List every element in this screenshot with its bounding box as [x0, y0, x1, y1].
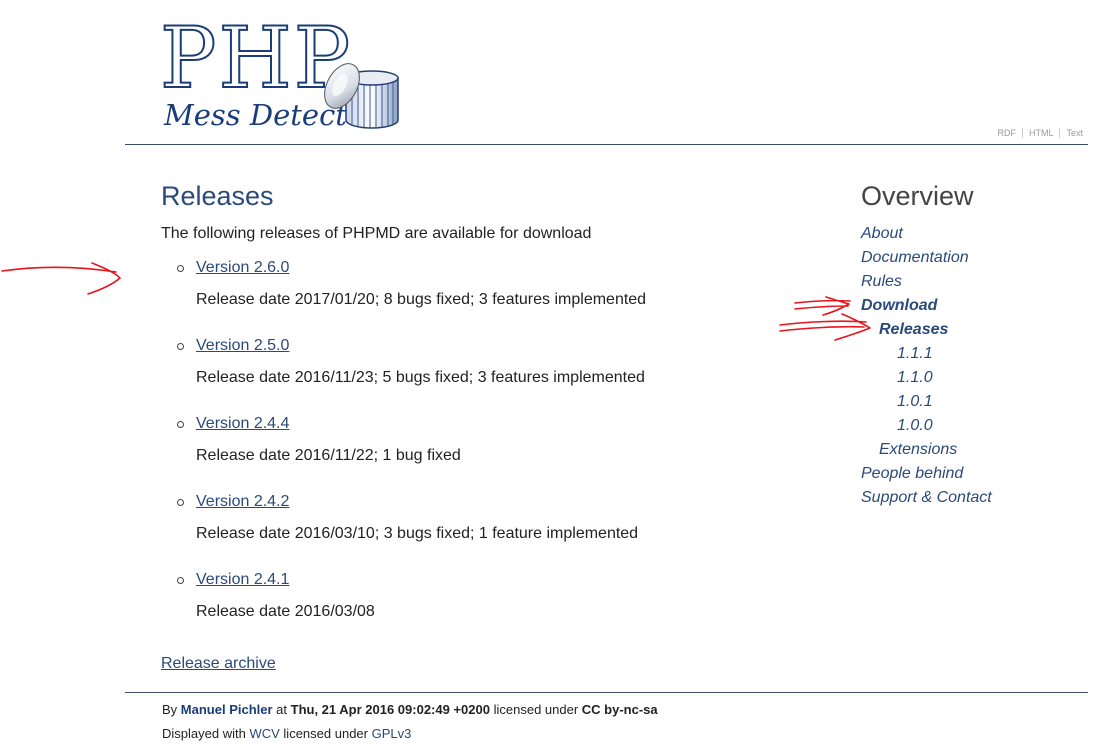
sidebar-nav: About Documentation Rules Download Relea…	[861, 222, 1091, 510]
trash-bin-icon	[324, 63, 399, 129]
sidebar-item-documentation[interactable]: Documentation	[861, 246, 1091, 270]
release-link[interactable]: Version 2.4.4	[196, 414, 801, 434]
annotation-arrow-version-260	[1, 262, 121, 295]
footer-date: Thu, 21 Apr 2016 09:02:49 +0200	[290, 702, 490, 717]
release-description: Release date 2016/03/08	[196, 603, 375, 620]
sidebar-item-release-1-1-0[interactable]: 1.1.0	[861, 366, 1091, 390]
list-item: Version 2.4.2 Release date 2016/03/10; 3…	[161, 492, 801, 570]
site-logo[interactable]: PHP Mess Detector	[159, 15, 410, 136]
sidebar-item-release-1-1-1[interactable]: 1.1.1	[861, 342, 1091, 366]
sidebar-item-extensions[interactable]: Extensions	[861, 438, 1091, 462]
footer-license[interactable]: CC by-nc-sa	[582, 702, 658, 717]
page-title: Releases	[161, 181, 274, 211]
format-link-html[interactable]: HTML	[1021, 128, 1060, 138]
footer-wcv-link[interactable]: WCV	[249, 726, 279, 741]
format-links: RDF HTML Text	[991, 128, 1089, 138]
format-link-rdf[interactable]: RDF	[991, 128, 1022, 138]
release-link[interactable]: Version 2.5.0	[196, 336, 801, 356]
sidebar-title: Overview	[861, 181, 974, 211]
release-description: Release date 2016/11/23; 5 bugs fixed; 3…	[196, 369, 645, 386]
release-description: Release date 2016/11/22; 1 bug fixed	[196, 447, 461, 464]
list-item: Version 2.6.0 Release date 2017/01/20; 8…	[161, 258, 801, 336]
footer-licensed-under: licensed under	[493, 702, 579, 717]
footer-displayed-with: Displayed with	[162, 726, 246, 741]
release-description: Release date 2016/03/10; 3 bugs fixed; 1…	[196, 525, 639, 542]
footer: By Manuel Pichler at Thu, 21 Apr 2016 09…	[162, 698, 658, 746]
sidebar-item-about[interactable]: About	[861, 222, 1091, 246]
sidebar-item-download[interactable]: Download	[861, 294, 1091, 318]
footer-at: at	[276, 702, 288, 717]
sidebar-item-rules[interactable]: Rules	[861, 270, 1091, 294]
sidebar: Overview About Documentation Rules Downl…	[861, 180, 1091, 510]
footer-line-author: By Manuel Pichler at Thu, 21 Apr 2016 09…	[162, 698, 658, 722]
sidebar-item-release-1-0-0[interactable]: 1.0.0	[861, 414, 1091, 438]
sidebar-item-release-1-0-1[interactable]: 1.0.1	[861, 390, 1091, 414]
footer-gpl-link[interactable]: GPLv3	[372, 726, 412, 741]
footer-line-software: Displayed with WCV licensed under GPLv3	[162, 722, 658, 746]
footer-by: By	[162, 702, 178, 717]
list-item: Version 2.5.0 Release date 2016/11/23; 5…	[161, 336, 801, 414]
page: PHP Mess Detector RDF HTML Text Releases…	[0, 0, 1111, 751]
format-link-text[interactable]: Text	[1059, 128, 1089, 138]
release-link[interactable]: Version 2.6.0	[196, 258, 801, 278]
release-list: Version 2.6.0 Release date 2017/01/20; 8…	[161, 258, 801, 648]
list-item: Version 2.4.1 Release date 2016/03/08	[161, 570, 801, 648]
header-divider	[125, 144, 1088, 145]
sidebar-item-support-contact[interactable]: Support & Contact	[861, 486, 1091, 510]
release-link[interactable]: Version 2.4.1	[196, 570, 801, 590]
annotation-arrow-download	[794, 296, 851, 316]
footer-divider	[125, 692, 1088, 693]
release-archive-link[interactable]: Release archive	[161, 654, 276, 674]
release-link[interactable]: Version 2.4.2	[196, 492, 801, 512]
sidebar-item-people-behind[interactable]: People behind	[861, 462, 1091, 486]
footer-licensed-under-2: licensed under	[283, 726, 368, 741]
release-description: Release date 2017/01/20; 8 bugs fixed; 3…	[196, 291, 647, 308]
list-item: Version 2.4.4 Release date 2016/11/22; 1…	[161, 414, 801, 492]
footer-author[interactable]: Manuel Pichler	[181, 702, 273, 717]
sidebar-item-releases[interactable]: Releases	[861, 318, 1091, 342]
main-content: Releases The following releases of PHPMD…	[161, 180, 801, 672]
intro-text: The following releases of PHPMD are avai…	[161, 225, 592, 242]
